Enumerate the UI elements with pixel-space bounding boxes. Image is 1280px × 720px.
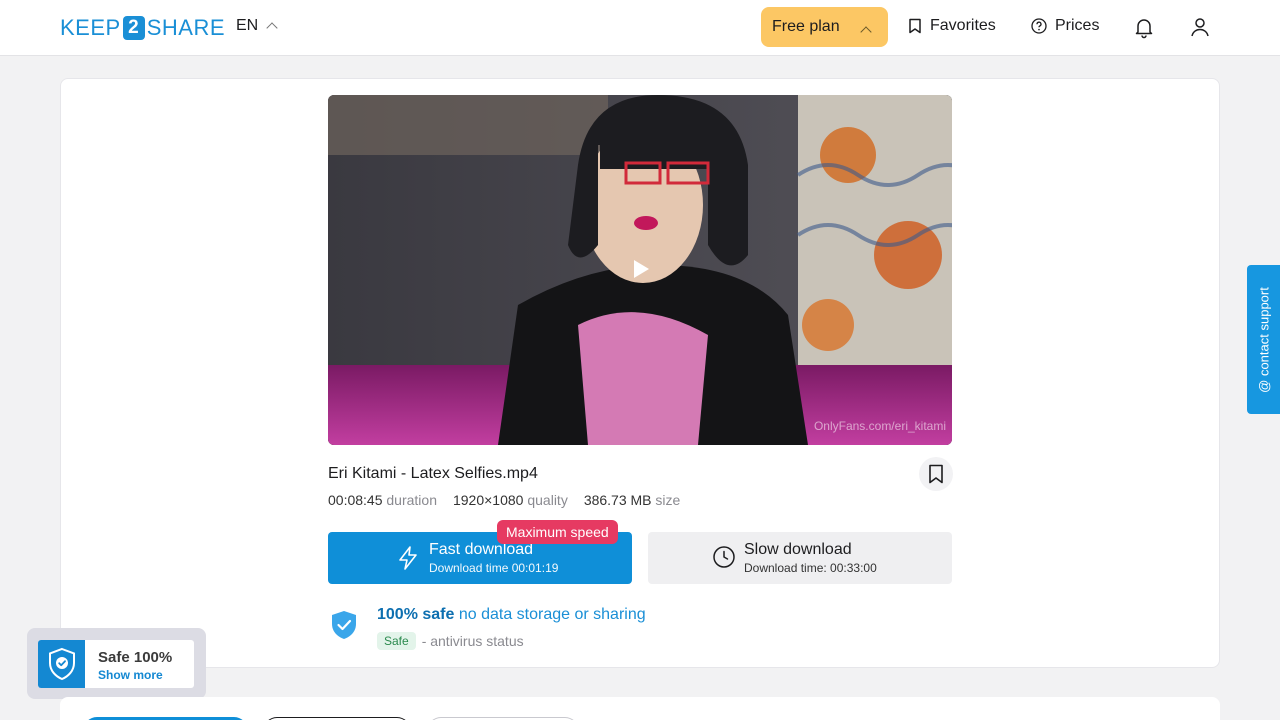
chevron-up-icon: [860, 26, 872, 38]
safety-bold: 100% safe: [377, 606, 455, 623]
quality-value: 1920×1080: [452, 492, 524, 508]
safe-badge-icon-box: [38, 640, 85, 688]
file-meta: 00:08:45 duration 1920×1080 quality 386.…: [328, 492, 680, 508]
language-selector[interactable]: EN: [236, 17, 278, 35]
file-name: Eri Kitami - Latex Selfies.mp4: [328, 465, 538, 482]
logo-text-mid: 2: [122, 16, 145, 40]
logo-text-right: SHARE: [146, 15, 225, 40]
antivirus-text: - antivirus status: [421, 633, 524, 649]
user-icon[interactable]: [1188, 15, 1212, 39]
contact-support-tab[interactable]: @ contact support: [1247, 265, 1280, 414]
add-favorite-button[interactable]: [919, 457, 953, 491]
bookmark-icon: [929, 464, 943, 484]
slow-download-label: Slow download: [744, 541, 852, 558]
quality-label: quality: [527, 492, 568, 508]
safety-statement: 100% safe no data storage or sharing: [377, 606, 646, 624]
chevron-up-icon: [266, 22, 278, 34]
prices-label: Prices: [1055, 17, 1100, 34]
bookmark-icon: [909, 18, 921, 34]
bell-icon[interactable]: [1132, 15, 1156, 39]
lightning-icon: [399, 546, 417, 570]
antivirus-status: Safe - antivirus status: [377, 632, 524, 650]
logo-text-left: KEEP: [60, 15, 121, 40]
slow-download-time: Download time: 00:33:00: [744, 561, 877, 575]
free-plan-button[interactable]: Free plan: [761, 7, 888, 47]
duration: 00:08:45 duration: [328, 492, 437, 508]
status-badge: Safe: [377, 632, 416, 650]
safe-badge-title: Safe 100%: [98, 649, 173, 666]
clock-icon: [713, 546, 735, 568]
duration-value: 00:08:45: [328, 492, 383, 508]
size-value: 386.73 MB: [583, 492, 652, 508]
plan-label: Free plan: [772, 18, 840, 35]
safe-badge-inner: Safe 100% Show more: [38, 640, 194, 688]
size-label: size: [655, 492, 681, 508]
safe-badge-widget[interactable]: Safe 100% Show more: [27, 628, 206, 699]
keep2share-logo[interactable]: KEEP 2 SHARE: [60, 15, 225, 41]
duration-label: duration: [386, 492, 437, 508]
video-watermark: OnlyFans.com/eri_kitami: [813, 419, 946, 433]
maximum-speed-badge: Maximum speed: [497, 520, 618, 544]
contact-support-label: @ contact support: [1256, 286, 1271, 393]
size: 386.73 MB size: [584, 492, 681, 508]
top-header: KEEP 2 SHARE EN Free plan Favorites Pric…: [0, 0, 1280, 56]
slow-download-button[interactable]: Slow download Download time: 00:33:00: [648, 532, 952, 584]
fast-download-time: Download time 00:01:19: [429, 561, 559, 575]
shield-check-icon: [48, 647, 75, 681]
show-more-link[interactable]: Show more: [98, 668, 163, 682]
question-circle-icon: [1031, 18, 1047, 34]
prices-link[interactable]: Prices: [1031, 17, 1099, 35]
favorites-link[interactable]: Favorites: [908, 17, 996, 35]
video-preview[interactable]: OnlyFans.com/eri_kitami: [328, 95, 952, 445]
safety-rest: no data storage or sharing: [458, 606, 646, 623]
shield-check-icon: [332, 611, 356, 639]
language-label: EN: [236, 17, 259, 34]
quality: 1920×1080 quality: [453, 492, 568, 508]
favorites-label: Favorites: [930, 17, 996, 34]
play-icon[interactable]: [632, 259, 650, 279]
